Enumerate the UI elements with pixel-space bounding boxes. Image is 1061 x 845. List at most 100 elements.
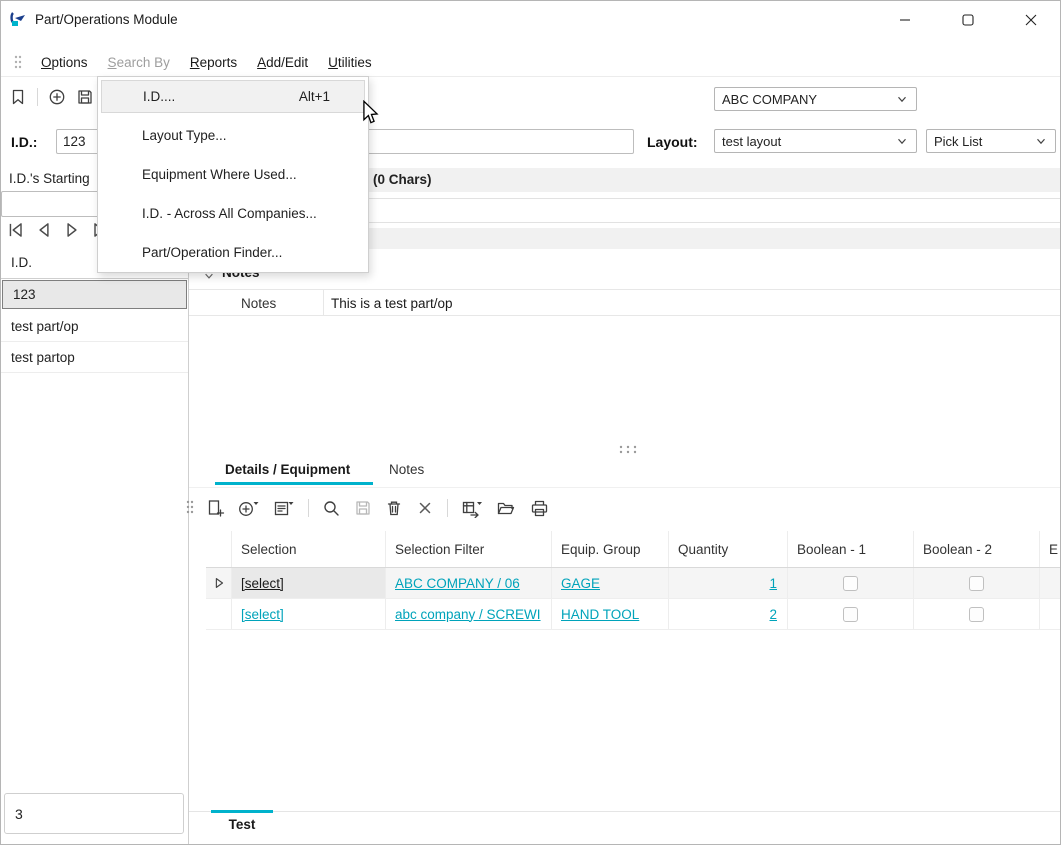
bookmark-icon[interactable] <box>9 88 27 106</box>
delete-row-icon[interactable] <box>385 499 403 517</box>
grid-toolbar-drag-grip-icon[interactable] <box>185 498 195 521</box>
equip-group-link[interactable]: GAGE <box>561 576 600 591</box>
quantity-cell: 1 <box>669 568 788 598</box>
boolean-2-checkbox[interactable] <box>969 607 984 622</box>
maximize-button[interactable] <box>945 1 991 39</box>
list-item[interactable]: 123 <box>2 280 187 309</box>
boolean-1-cell <box>788 599 914 629</box>
notes-field-label: Notes <box>241 296 276 311</box>
col-extra[interactable]: E <box>1040 531 1061 567</box>
col-boolean-2[interactable]: Boolean - 2 <box>914 531 1040 567</box>
tabs-divider <box>189 487 1061 488</box>
grid-row: [select] abc company / SCREWI HAND TOOL … <box>206 599 1061 630</box>
current-row-indicator-icon <box>206 568 232 598</box>
previous-record-icon[interactable] <box>33 219 55 241</box>
part-operations-window: Part/Operations Module Options Search By… <box>0 0 1061 845</box>
char-count-label: (0 Chars) <box>373 172 432 187</box>
list-item[interactable]: test part/op <box>1 311 188 342</box>
grid-header-row: Selection Selection Filter Equip. Group … <box>206 531 1061 568</box>
picklist-select[interactable]: Pick List <box>926 129 1056 153</box>
cancel-icon[interactable] <box>416 499 434 517</box>
col-selection-filter[interactable]: Selection Filter <box>386 531 552 567</box>
grid-row: [select] ABC COMPANY / 06 GAGE 1 <box>206 568 1061 599</box>
print-icon[interactable] <box>530 499 549 518</box>
menu-item-equipment-where-used[interactable]: Equipment Where Used... <box>98 155 368 194</box>
chevron-down-icon <box>895 92 909 106</box>
menu-reports[interactable]: Reports <box>180 50 247 75</box>
notes-field-row: Notes This is a test part/op <box>189 289 1061 316</box>
grid-toolbar <box>206 495 549 521</box>
menu-item-label: Equipment Where Used... <box>142 167 297 182</box>
search-icon[interactable] <box>322 499 341 518</box>
col-boolean-1[interactable]: Boolean - 1 <box>788 531 914 567</box>
row-indicator-header <box>206 531 232 567</box>
first-record-icon[interactable] <box>5 219 27 241</box>
main-toolbar <box>9 88 94 106</box>
menu-item-label: Part/Operation Finder... <box>142 245 282 260</box>
menu-utilities[interactable]: Utilities <box>318 50 382 75</box>
menu-item-id[interactable]: I.D.... Alt+1 <box>101 80 365 113</box>
record-count: 3 <box>4 793 184 834</box>
menu-item-layout-type[interactable]: Layout Type... <box>98 116 368 155</box>
save-grid-icon[interactable] <box>354 499 372 517</box>
quantity-cell: 2 <box>669 599 788 629</box>
company-select[interactable]: ABC COMPANY <box>714 87 917 111</box>
toolbar-separator <box>37 88 38 106</box>
minimize-button[interactable] <box>882 1 928 39</box>
results-panel: I.D. 123 test part/op test partop 3 <box>1 246 189 845</box>
select-link[interactable]: [select] <box>241 576 284 591</box>
export-open-icon[interactable] <box>496 499 517 518</box>
tab-notes[interactable]: Notes <box>389 462 424 477</box>
menu-search-by[interactable]: Search By <box>98 50 180 75</box>
extra-cell <box>1040 568 1061 598</box>
bottom-tab-accent <box>211 810 273 813</box>
next-record-icon[interactable] <box>61 219 83 241</box>
equip-group-cell: GAGE <box>552 568 669 598</box>
boolean-2-checkbox[interactable] <box>969 576 984 591</box>
add-row-dropdown-icon[interactable] <box>238 499 260 518</box>
ids-starting-input[interactable] <box>1 191 101 217</box>
notes-field-value[interactable]: This is a test part/op <box>331 296 453 311</box>
boolean-2-cell <box>914 568 1040 598</box>
tab-details-equipment[interactable]: Details / Equipment <box>225 462 350 477</box>
selection-filter-link[interactable]: ABC COMPANY / 06 <box>395 576 520 591</box>
search-by-menu: I.D.... Alt+1 Layout Type... Equipment W… <box>97 76 369 273</box>
menu-bar: Options Search By Reports Add/Edit Utili… <box>13 48 382 76</box>
equip-group-link[interactable]: HAND TOOL <box>561 607 639 622</box>
close-button[interactable] <box>1008 1 1054 39</box>
menu-options[interactable]: Options <box>31 50 98 75</box>
bottom-tab-test[interactable]: Test <box>211 817 273 832</box>
selection-cell: [select] <box>232 568 386 598</box>
menu-item-part-operation-finder[interactable]: Part/Operation Finder... <box>98 233 368 272</box>
col-equip-group[interactable]: Equip. Group <box>552 531 669 567</box>
save-record-icon[interactable] <box>76 88 94 106</box>
list-item[interactable]: test partop <box>1 342 188 373</box>
company-select-value: ABC COMPANY <box>722 92 817 107</box>
export-grid-dropdown-icon[interactable] <box>461 499 483 518</box>
boolean-2-cell <box>914 599 1040 629</box>
chevron-down-icon <box>895 134 909 148</box>
title-bar: Part/Operations Module <box>1 1 1061 39</box>
layout-select[interactable]: test layout <box>714 129 917 153</box>
boolean-1-checkbox[interactable] <box>843 607 858 622</box>
col-quantity[interactable]: Quantity <box>669 531 788 567</box>
mouse-cursor-icon <box>362 100 379 130</box>
splitter-handle-icon[interactable] <box>618 442 638 460</box>
boolean-1-checkbox[interactable] <box>843 576 858 591</box>
extra-cell <box>1040 599 1061 629</box>
add-record-icon[interactable] <box>48 88 66 106</box>
quantity-link[interactable]: 1 <box>769 576 777 591</box>
menu-add-edit[interactable]: Add/Edit <box>247 50 318 75</box>
ids-starting-label: I.D.'s Starting <box>9 171 90 186</box>
menu-item-shortcut: Alt+1 <box>299 89 330 104</box>
new-row-icon[interactable] <box>206 499 225 518</box>
col-selection[interactable]: Selection <box>232 531 386 567</box>
select-link[interactable]: [select] <box>241 607 284 622</box>
quantity-link[interactable]: 2 <box>769 607 777 622</box>
form-view-dropdown-icon[interactable] <box>273 499 295 518</box>
menu-item-id-across-all-companies[interactable]: I.D. - Across All Companies... <box>98 194 368 233</box>
active-tab-underline <box>215 482 373 485</box>
menubar-drag-grip-icon[interactable] <box>13 54 23 70</box>
selection-filter-link[interactable]: abc company / SCREWI <box>395 607 541 622</box>
boolean-1-cell <box>788 568 914 598</box>
